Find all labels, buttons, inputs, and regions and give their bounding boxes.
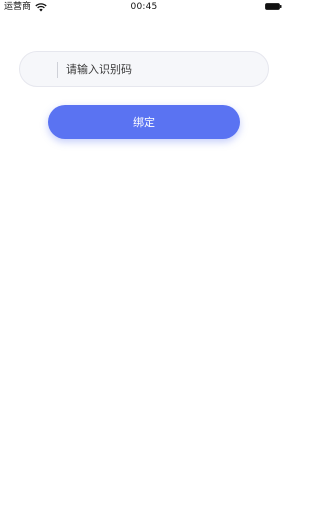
screen: 运营商 00:45 绑定 (0, 0, 288, 512)
bind-button[interactable]: 绑定 (48, 105, 240, 139)
input-divider (57, 62, 58, 78)
clock: 00:45 (130, 2, 158, 12)
code-input[interactable] (66, 52, 261, 86)
bind-button-label: 绑定 (133, 116, 155, 129)
status-bar: 运营商 00:45 (0, 0, 288, 14)
code-input-container[interactable] (19, 51, 269, 87)
battery-icon (265, 3, 282, 10)
